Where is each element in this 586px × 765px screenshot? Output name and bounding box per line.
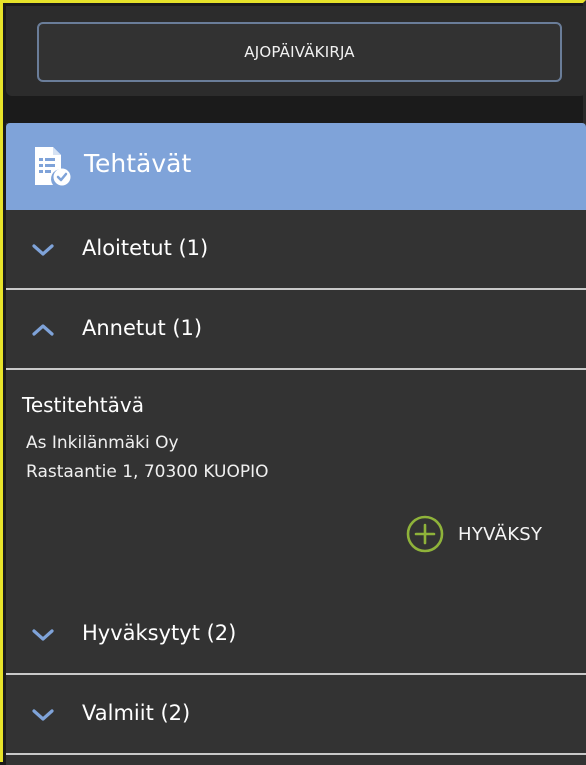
accept-button-label: HYVÄKSY <box>458 523 543 545</box>
section-label: Hyväksytyt (2) <box>82 621 237 645</box>
chevron-down-icon <box>32 709 54 721</box>
section-valmiit[interactable]: Valmiit (2) <box>6 675 586 755</box>
tasks-title: Tehtävät <box>84 149 192 178</box>
chevron-down-icon <box>32 629 54 641</box>
app-frame: AJOPÄIVÄKIRJA Tehtävät Aloitetut (1) Ann… <box>0 0 586 765</box>
top-toolbar: AJOPÄIVÄKIRJA <box>6 6 586 96</box>
section-label: Valmiit (2) <box>82 701 191 725</box>
task-document-icon <box>35 147 71 186</box>
tasks-panel: Tehtävät Aloitetut (1) Annetut (1) Testi… <box>6 123 586 765</box>
accept-button[interactable]: HYVÄKSY <box>406 514 542 554</box>
chevron-up-icon <box>32 324 54 336</box>
section-label: Annetut (1) <box>82 316 203 340</box>
add-circle-icon <box>406 515 444 553</box>
driving-log-button-label: AJOPÄIVÄKIRJA <box>244 43 355 61</box>
section-aloitetut[interactable]: Aloitetut (1) <box>6 210 586 290</box>
section-label: Aloitetut (1) <box>82 236 209 260</box>
chevron-down-icon <box>32 244 54 256</box>
task-company: As Inkilänmäki Oy <box>26 433 179 453</box>
section-hyvaksytyt[interactable]: Hyväksytyt (2) <box>6 595 586 675</box>
task-address: Rastaantie 1, 70300 KUOPIO <box>26 462 269 482</box>
task-title: Testitehtävä <box>22 393 144 417</box>
tasks-panel-header: Tehtävät <box>6 123 586 210</box>
driving-log-button[interactable]: AJOPÄIVÄKIRJA <box>37 22 562 82</box>
section-annetut[interactable]: Annetut (1) <box>6 290 586 370</box>
